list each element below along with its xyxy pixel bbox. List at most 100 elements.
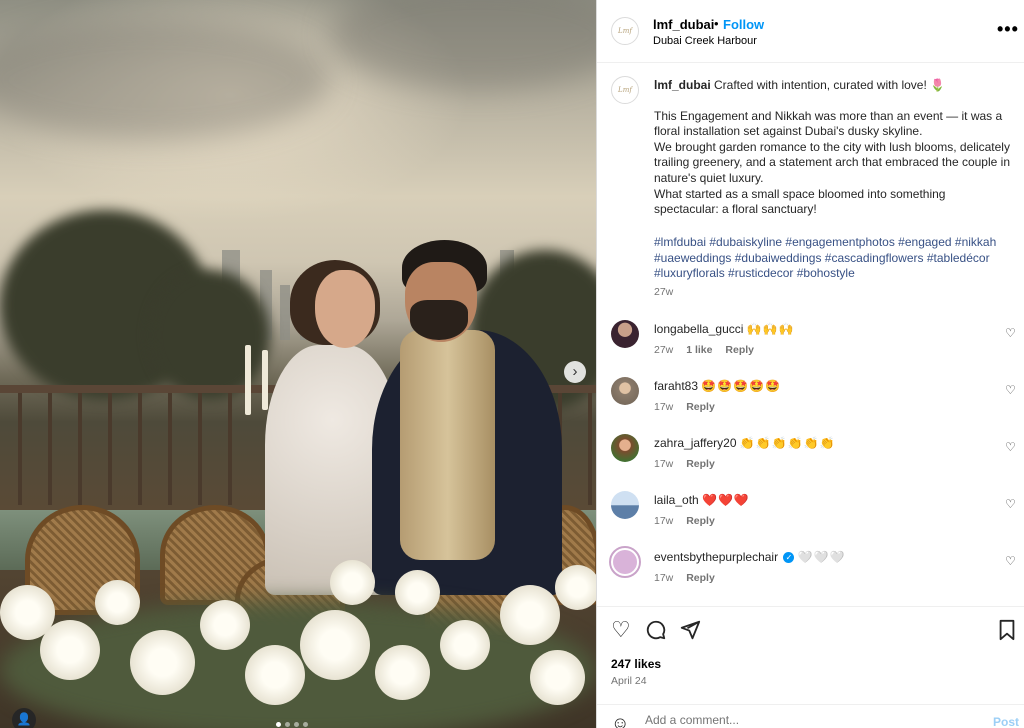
- caption-author-avatar[interactable]: Lmf: [611, 76, 639, 104]
- author-avatar[interactable]: Lmf: [611, 17, 639, 45]
- add-comment-bar: ☺ Post: [597, 704, 1024, 728]
- comment-meta: 17w Reply: [654, 515, 715, 527]
- hashtag-links[interactable]: #lmfdubai #dubaiskyline #engagementphoto…: [654, 235, 996, 280]
- comment-username[interactable]: zahra_jaffery20: [654, 436, 737, 450]
- post-comment-button[interactable]: Post: [993, 715, 1019, 728]
- photo-rose: [245, 645, 305, 705]
- post-actions: ♡ 247 likes April 24 ☺ Post: [597, 606, 1024, 728]
- comment-time[interactable]: 17w: [654, 572, 673, 584]
- comment-username[interactable]: laila_oth: [654, 493, 699, 507]
- comment-item: zahra_jaffery20 👏👏👏👏👏👏 17w Reply ♡: [597, 434, 1024, 484]
- commenter-avatar[interactable]: [611, 377, 639, 405]
- photo-cloud: [0, 20, 330, 140]
- comment-reply-button[interactable]: Reply: [686, 458, 715, 470]
- photo-rose: [40, 620, 100, 680]
- comment-time[interactable]: 17w: [654, 515, 673, 527]
- commenter-avatar[interactable]: [611, 491, 639, 519]
- author-username[interactable]: lmf_dubai: [653, 17, 714, 32]
- commenter-avatar[interactable]: [611, 320, 639, 348]
- comment-like-heart-icon[interactable]: ♡: [1005, 440, 1016, 454]
- comment-meta: 17w Reply: [654, 401, 715, 413]
- comment-text: eventsbythepurplechair ✓ 🤍🤍🤍: [654, 550, 846, 564]
- caption-paragraph: We brought garden romance to the city wi…: [654, 139, 1010, 185]
- comment-meta: 27w 1 like Reply: [654, 344, 754, 356]
- follow-button[interactable]: Follow: [723, 17, 764, 32]
- comment-item: longabella_gucci 🙌🙌🙌 27w 1 like Reply ♡: [597, 320, 1024, 370]
- post-header: Lmf lmf_dubai • Follow Dubai Creek Harbo…: [597, 0, 1024, 63]
- comment-username[interactable]: faraht83: [654, 379, 698, 393]
- comment-text: longabella_gucci 🙌🙌🙌: [654, 322, 795, 336]
- comment-body: 🤩🤩🤩🤩🤩: [701, 379, 782, 393]
- comment-body: ❤️❤️❤️: [702, 493, 750, 507]
- comment-meta: 17w Reply: [654, 572, 715, 584]
- comment-body: 👏👏👏👏👏👏: [739, 436, 836, 450]
- comment-username[interactable]: longabella_gucci: [654, 322, 743, 336]
- post-photo[interactable]: › 👤: [0, 0, 596, 728]
- caption-username[interactable]: lmf_dubai: [654, 78, 711, 92]
- comment-body: 🤍🤍🤍: [797, 550, 846, 564]
- caption-logo-text: Lmf: [618, 86, 632, 94]
- comment-reply-button[interactable]: Reply: [725, 344, 754, 356]
- caption-timestamp[interactable]: 27w: [654, 286, 673, 298]
- post-date: April 24: [611, 675, 647, 687]
- photo-rose: [95, 580, 140, 625]
- comment-likes[interactable]: 1 like: [686, 344, 712, 356]
- share-paper-plane-icon[interactable]: [679, 619, 701, 645]
- save-bookmark-icon[interactable]: [997, 619, 1017, 645]
- bookmark-svg: [999, 619, 1015, 641]
- user-tag-icon[interactable]: 👤: [12, 708, 36, 728]
- comment-username[interactable]: eventsbythepurplechair: [654, 550, 778, 564]
- caption-hashtags[interactable]: #lmfdubai #dubaiskyline #engagementphoto…: [654, 235, 1010, 282]
- like-heart-icon[interactable]: ♡: [611, 619, 631, 641]
- more-options-icon[interactable]: •••: [997, 19, 1019, 40]
- comment-like-heart-icon[interactable]: ♡: [1005, 554, 1016, 568]
- photo-candle: [245, 345, 251, 415]
- photo-rose: [395, 570, 440, 615]
- author-logo-text: Lmf: [618, 27, 632, 35]
- comment-reply-button[interactable]: Reply: [686, 401, 715, 413]
- comment-bubble-icon[interactable]: [645, 619, 667, 645]
- photo-rose: [130, 630, 195, 695]
- comment-bubble-svg: [646, 620, 666, 640]
- photo-groom-scarf: [400, 330, 495, 560]
- comment-like-heart-icon[interactable]: ♡: [1005, 326, 1016, 340]
- photo-rose: [555, 565, 596, 610]
- photo-rose: [200, 600, 250, 650]
- comment-item: laila_oth ❤️❤️❤️ 17w Reply ♡: [597, 491, 1024, 541]
- comment-text: zahra_jaffery20 👏👏👏👏👏👏: [654, 436, 836, 450]
- comment-time[interactable]: 17w: [654, 401, 673, 413]
- share-svg: [680, 620, 701, 640]
- carousel-dot: [303, 722, 308, 727]
- purple-chair-logo-icon: [613, 550, 637, 574]
- photo-rose: [500, 585, 560, 645]
- post-location[interactable]: Dubai Creek Harbour: [653, 35, 757, 47]
- emoji-picker-icon[interactable]: ☺: [611, 713, 629, 728]
- photo-rose: [375, 645, 430, 700]
- likes-count[interactable]: 247 likes: [611, 657, 661, 671]
- comment-body: 🙌🙌🙌: [746, 322, 795, 336]
- comment-like-heart-icon[interactable]: ♡: [1005, 497, 1016, 511]
- photo-cloud: [330, 0, 596, 90]
- photo-rose: [440, 620, 490, 670]
- caption-first-line: Crafted with intention, curated with lov…: [714, 78, 946, 92]
- comment-time[interactable]: 27w: [654, 344, 673, 356]
- comment-input[interactable]: [645, 713, 945, 727]
- caption-paragraph: What started as a small space bloomed in…: [654, 186, 946, 217]
- comment-reply-button[interactable]: Reply: [686, 515, 715, 527]
- photo-candle: [262, 350, 268, 410]
- comment-like-heart-icon[interactable]: ♡: [1005, 383, 1016, 397]
- commenter-avatar[interactable]: [609, 546, 641, 578]
- comment-time[interactable]: 17w: [654, 458, 673, 470]
- carousel-dot: [285, 722, 290, 727]
- comment-meta: 17w Reply: [654, 458, 715, 470]
- photo-bride-face: [315, 270, 375, 348]
- carousel-dot: [276, 722, 281, 727]
- header-separator: •: [714, 16, 719, 31]
- carousel-next-button[interactable]: ›: [564, 361, 586, 383]
- carousel-dots: [276, 722, 308, 727]
- commenter-avatar[interactable]: [611, 434, 639, 462]
- photo-flowers: [0, 560, 596, 728]
- comment-text: laila_oth ❤️❤️❤️: [654, 493, 750, 507]
- comment-reply-button[interactable]: Reply: [686, 572, 715, 584]
- comment-item: faraht83 🤩🤩🤩🤩🤩 17w Reply ♡: [597, 377, 1024, 427]
